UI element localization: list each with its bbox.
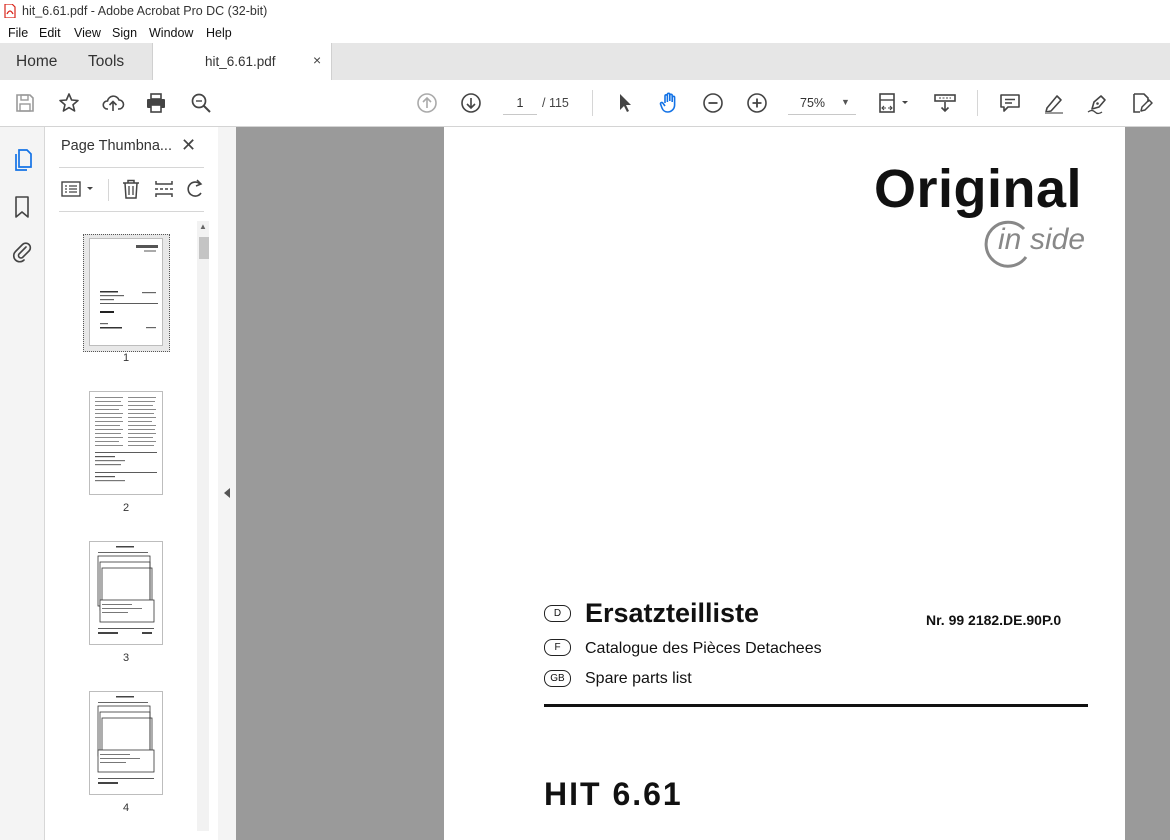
page-fit-icon[interactable] xyxy=(876,91,912,115)
thumbnail-page-2[interactable] xyxy=(89,391,163,495)
menu-help[interactable]: Help xyxy=(206,26,232,40)
menu-window[interactable]: Window xyxy=(149,26,193,40)
rotate-icon[interactable] xyxy=(185,178,205,200)
bookmark-icon[interactable] xyxy=(13,195,31,219)
menu-sign[interactable]: Sign xyxy=(112,26,137,40)
thumbnail-preview xyxy=(97,696,155,784)
chevron-down-icon: ▼ xyxy=(841,97,850,107)
logo-in: in xyxy=(998,223,1022,256)
save-icon[interactable] xyxy=(13,91,37,115)
window-title: hit_6.61.pdf - Adobe Acrobat Pro DC (32-… xyxy=(22,4,268,18)
title-fr: Catalogue des Pièces Detachees xyxy=(585,640,822,657)
divider xyxy=(108,179,109,201)
toolbar-divider xyxy=(592,90,593,116)
model-title: HIT 6.61 xyxy=(544,776,683,812)
next-page-icon[interactable] xyxy=(459,91,483,115)
thumbnail-preview xyxy=(97,546,155,634)
page-number-input[interactable] xyxy=(503,92,537,115)
select-arrow-icon[interactable] xyxy=(613,91,637,115)
brand-logo-inside: in side xyxy=(980,219,1090,269)
pdf-page: Original in side D Ersatzteilliste Nr. 9… xyxy=(444,127,1125,840)
zoom-value: 75% xyxy=(800,96,826,110)
zoom-in-icon[interactable] xyxy=(745,91,769,115)
thumbnail-preview xyxy=(95,397,157,482)
divider-rule xyxy=(544,704,1088,707)
menu-file[interactable]: File xyxy=(8,26,28,40)
zoom-dropdown[interactable]: 75% ▼ xyxy=(788,92,856,115)
toolbar-divider xyxy=(977,90,978,116)
print-icon[interactable] xyxy=(144,91,168,115)
scroll-up-icon[interactable]: ▲ xyxy=(199,222,207,231)
document-number: Nr. 99 2182.DE.90P.0 xyxy=(926,612,1062,628)
divider xyxy=(59,167,204,168)
thumbnails-panel: Page Thumbna... ✕ 1 2 3 4 ▲ xyxy=(45,127,219,840)
upload-cloud-icon[interactable] xyxy=(101,91,125,115)
close-tab-icon[interactable]: × xyxy=(313,52,321,68)
panel-splitter[interactable] xyxy=(218,127,237,840)
edit-pdf-icon[interactable] xyxy=(1130,91,1154,115)
thumbnail-scrollbar[interactable]: ▲ xyxy=(197,221,209,831)
thumbnail-preview xyxy=(100,245,158,329)
attachment-icon[interactable] xyxy=(11,239,33,263)
tab-tools[interactable]: Tools xyxy=(88,53,124,71)
menu-edit[interactable]: Edit xyxy=(39,26,61,40)
page-total: / 115 xyxy=(542,96,569,110)
hand-tool-icon[interactable] xyxy=(657,91,681,115)
title-en: Spare parts list xyxy=(585,670,692,687)
language-badge-gb: GB xyxy=(544,670,571,687)
scroll-mode-icon[interactable] xyxy=(933,91,957,115)
search-icon[interactable] xyxy=(189,91,213,115)
navigation-rail xyxy=(0,127,45,840)
panel-title: Page Thumbna... xyxy=(61,138,172,154)
tab-document[interactable]: hit_6.61.pdf × xyxy=(152,43,332,80)
previous-page-icon[interactable] xyxy=(415,91,439,115)
menu-view[interactable]: View xyxy=(74,26,101,40)
highlight-pen-icon[interactable] xyxy=(1042,91,1066,115)
thumbnail-number: 1 xyxy=(122,352,130,364)
star-icon[interactable] xyxy=(57,91,81,115)
zoom-out-icon[interactable] xyxy=(701,91,725,115)
document-viewer[interactable]: Original in side D Ersatzteilliste Nr. 9… xyxy=(236,127,1170,840)
thumbnail-number: 3 xyxy=(122,652,130,664)
thumbnail-number: 4 xyxy=(122,802,130,814)
tab-home[interactable]: Home xyxy=(16,53,57,71)
thumbnail-page-1[interactable] xyxy=(89,238,163,346)
language-badge-d: D xyxy=(544,605,571,622)
divider xyxy=(59,211,204,212)
acrobat-icon xyxy=(4,4,16,18)
menu-bar: File Edit View Sign Window Help xyxy=(0,23,1170,43)
comment-icon[interactable] xyxy=(998,91,1022,115)
tab-bar: Home Tools hit_6.61.pdf × xyxy=(0,43,1170,81)
thumbnail-number: 2 xyxy=(122,502,130,514)
scrollbar-thumb[interactable] xyxy=(199,237,209,259)
logo-side: side xyxy=(1030,223,1086,256)
tab-document-label: hit_6.61.pdf xyxy=(205,54,276,69)
toolbar: / 115 75% ▼ xyxy=(0,80,1170,127)
page-thumbnails-icon[interactable] xyxy=(12,147,34,171)
thumbnail-page-3[interactable] xyxy=(89,541,163,645)
options-menu-icon[interactable] xyxy=(61,179,97,199)
delete-icon[interactable] xyxy=(120,178,142,200)
title-bar: hit_6.61.pdf - Adobe Acrobat Pro DC (32-… xyxy=(0,0,1170,23)
thumbnail-page-4[interactable] xyxy=(89,691,163,795)
extract-pages-icon[interactable] xyxy=(153,178,175,200)
collapse-panel-icon[interactable] xyxy=(223,487,231,499)
brand-logo-text: Original xyxy=(874,159,1083,219)
close-panel-icon[interactable]: ✕ xyxy=(181,135,196,156)
language-badge-f: F xyxy=(544,639,571,656)
title-de: Ersatzteilliste xyxy=(585,598,760,628)
sign-pen-icon[interactable] xyxy=(1086,91,1110,115)
